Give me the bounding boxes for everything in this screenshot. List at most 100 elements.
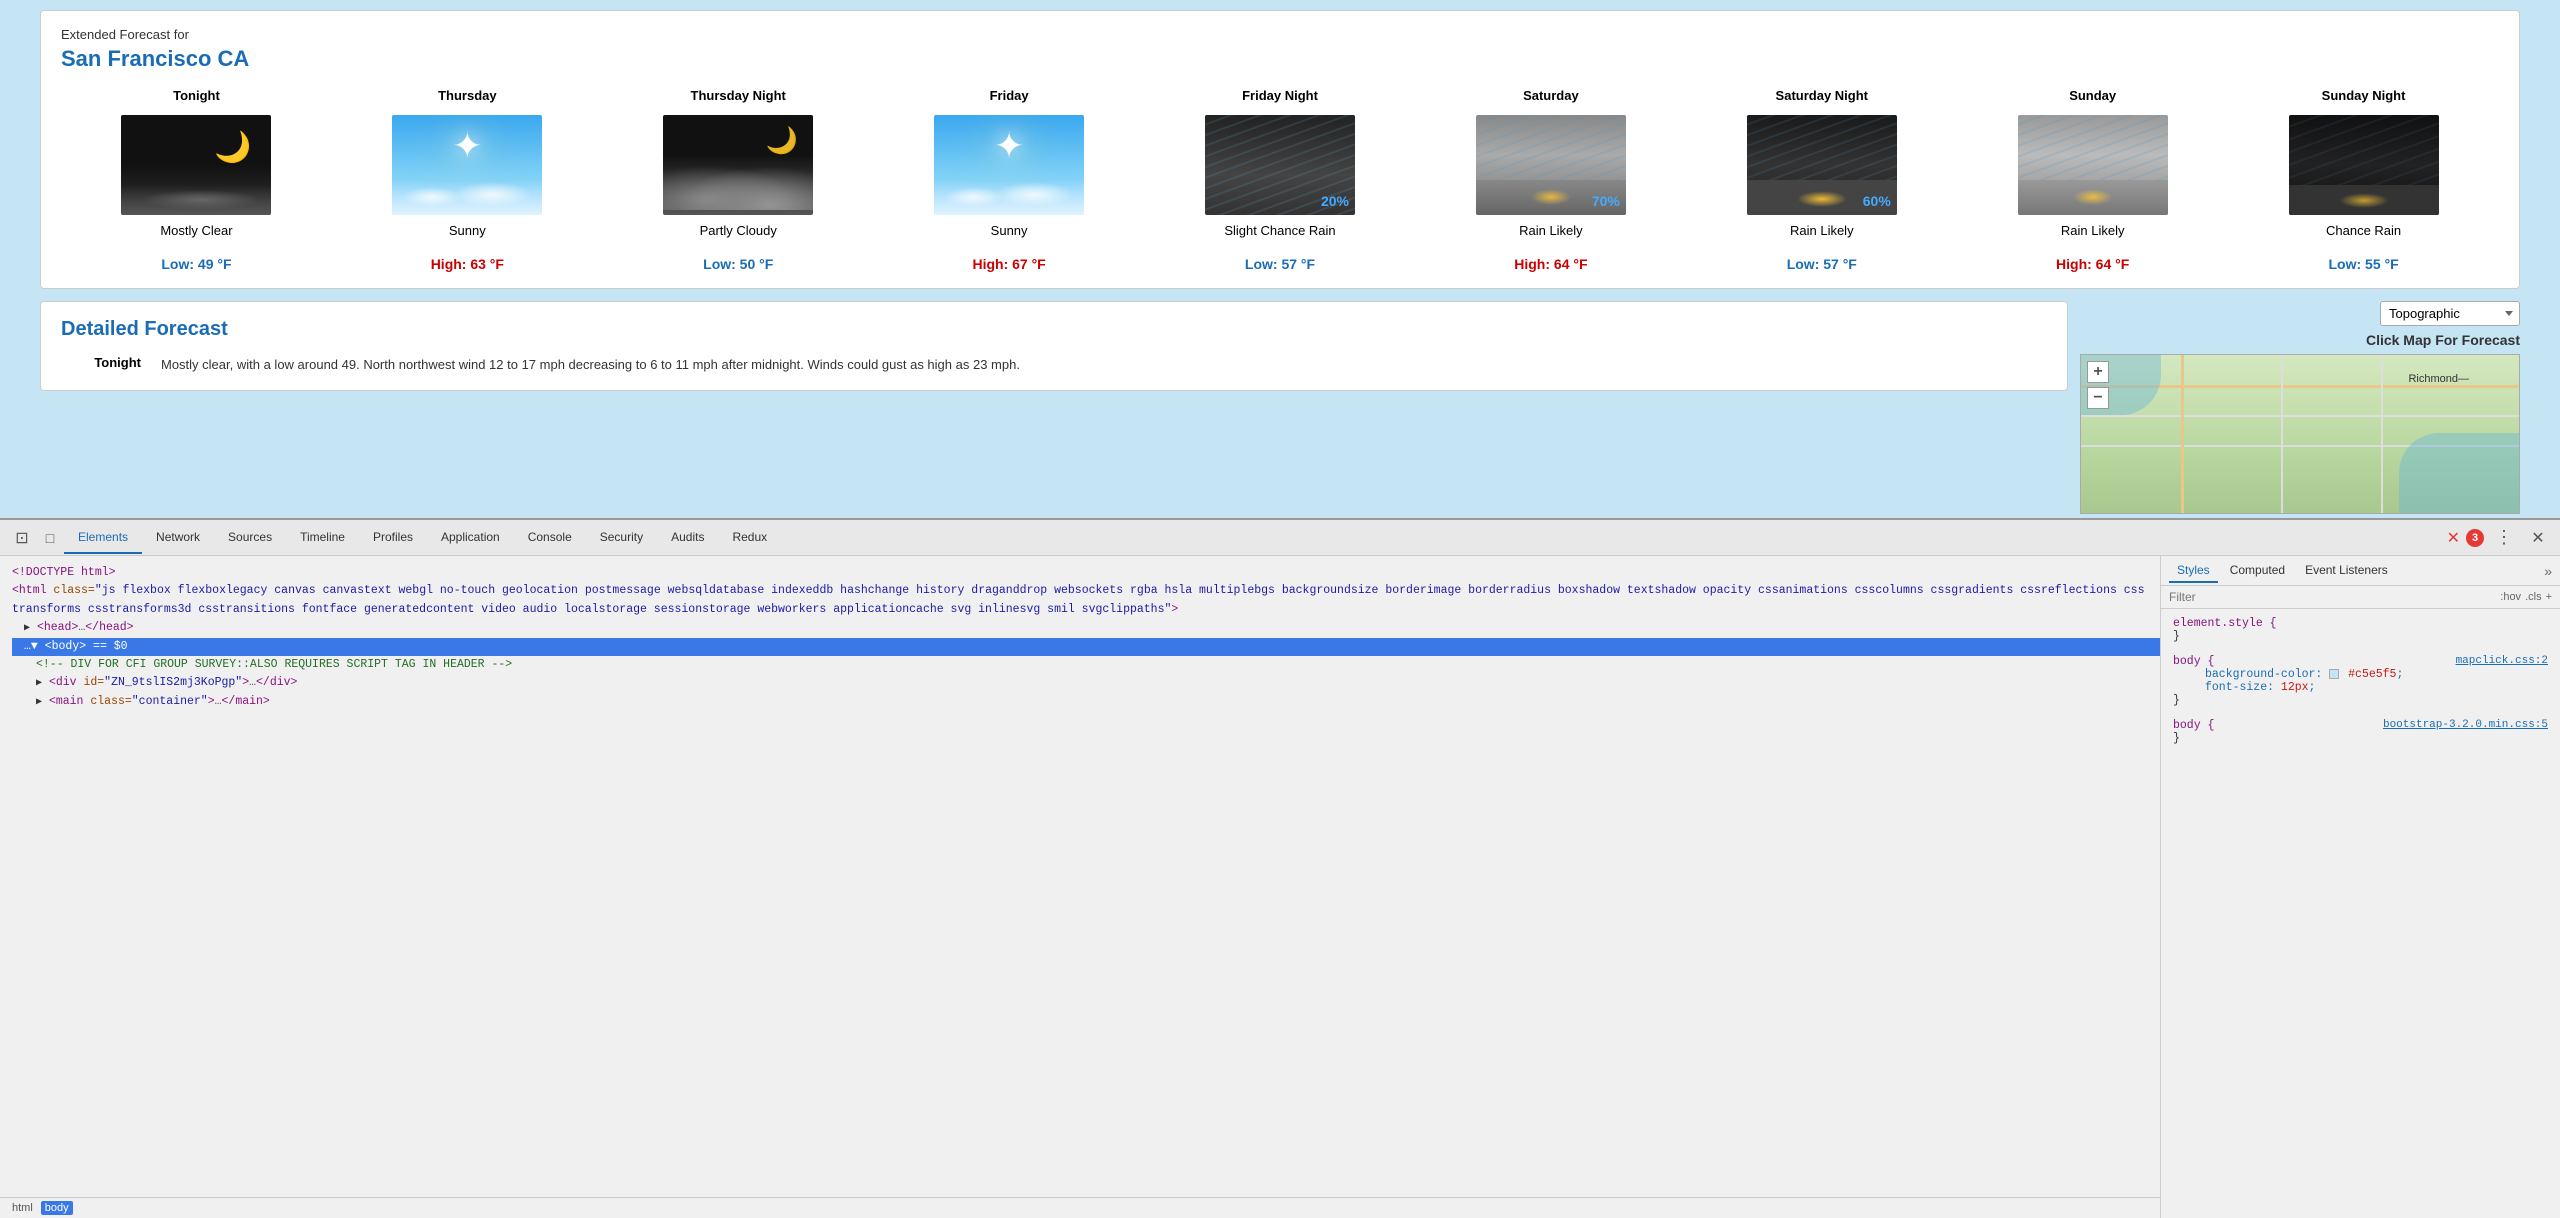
location-title: San Francisco CA <box>61 46 2499 72</box>
forecast-period-tonight: Tonight <box>61 355 141 370</box>
day-image[interactable]: 70% <box>1476 115 1626 215</box>
day-label: Saturday Night <box>1776 88 1868 105</box>
day-temp: Low: 57 °F <box>1245 256 1315 272</box>
forecast-grid: Tonight 🌙 Mostly Clear Low: 49 °F Thursday… <box>61 88 2499 272</box>
forecast-day-5: Saturday 70% Rain LikelyHigh: 64 °F <box>1415 88 1686 272</box>
tab-application[interactable]: Application <box>427 522 514 554</box>
tab-redux[interactable]: Redux <box>718 522 781 554</box>
breadcrumb-bar: html body <box>0 1197 2160 1218</box>
day-label: Sunday <box>2069 88 2116 105</box>
map-panel: Topographic Standard Satellite Click Map… <box>2080 301 2520 514</box>
html-line-body[interactable]: …▼ <body> == $0 <box>12 638 2148 656</box>
forecast-day-3: Friday ✦ Sunny High: 67 °F <box>874 88 1145 272</box>
day-temp: Low: 57 °F <box>1787 256 1857 272</box>
html-line-head: <head>…</head> <box>12 619 2148 637</box>
add-style-btn[interactable]: + <box>2546 591 2552 603</box>
day-label: Thursday <box>438 88 497 105</box>
day-temp: High: 67 °F <box>972 256 1045 272</box>
tab-console[interactable]: Console <box>514 522 586 554</box>
devtools-body: <!DOCTYPE html> <html class="js flexbox … <box>0 556 2560 1218</box>
day-temp: Low: 49 °F <box>161 256 231 272</box>
extended-forecast-card: Extended Forecast for San Francisco CA T… <box>40 10 2520 289</box>
styles-more-btn[interactable]: » <box>2544 563 2552 579</box>
forecast-day-0: Tonight 🌙 Mostly Clear Low: 49 °F <box>61 88 332 272</box>
devtools-inspect-icon[interactable]: □ <box>36 524 64 552</box>
tab-audits[interactable]: Audits <box>657 522 718 554</box>
forecast-day-7: Sunday Rain Likely High: 64 °F <box>1957 88 2228 272</box>
devtools-cursor-icon[interactable]: ⊡ <box>8 524 36 552</box>
html-line-html: <html class="js flexbox flexboxlegacy ca… <box>12 582 2148 619</box>
zoom-plus-btn[interactable]: + <box>2087 361 2109 383</box>
day-image[interactable] <box>2018 115 2168 215</box>
day-label: Friday Night <box>1242 88 1318 105</box>
day-temp: Low: 55 °F <box>2328 256 2398 272</box>
map-type-select[interactable]: Topographic Standard Satellite <box>2380 301 2520 326</box>
hov-btn[interactable]: :hov .cls + <box>2500 591 2552 603</box>
forecast-day-4: Friday Night 20% Slight Chance Rain Low: … <box>1145 88 1416 272</box>
map-dropdown-row: Topographic Standard Satellite <box>2380 301 2520 326</box>
extended-label: Extended Forecast for <box>61 27 2499 42</box>
tab-computed[interactable]: Computed <box>2222 559 2293 583</box>
day-label: Friday <box>990 88 1029 105</box>
styles-panel: Styles Computed Event Listeners » :hov .… <box>2160 556 2560 1218</box>
styles-content: element.style { } body { mapclick.css:2 … <box>2161 609 2560 765</box>
day-label: Thursday Night <box>691 88 786 105</box>
day-condition: Mostly Clear <box>160 223 232 240</box>
filter-input[interactable] <box>2169 590 2494 604</box>
devtools-icons-right: ✕ 3 ⋮ ✕ <box>2447 524 2552 552</box>
day-image[interactable]: 🌙 <box>663 115 813 215</box>
more-icon[interactable]: ⋮ <box>2490 524 2518 552</box>
hov-label[interactable]: :hov <box>2500 591 2521 603</box>
tab-sources[interactable]: Sources <box>214 522 286 554</box>
error-icon: ✕ <box>2447 528 2460 548</box>
zoom-minus-btn[interactable]: − <box>2087 387 2109 409</box>
weather-section: Extended Forecast for San Francisco CA T… <box>0 0 2560 524</box>
color-swatch-bg <box>2329 669 2339 679</box>
day-condition: Rain Likely <box>1519 223 1583 240</box>
day-temp: High: 63 °F <box>431 256 504 272</box>
styles-tabs-bar: Styles Computed Event Listeners » <box>2161 556 2560 586</box>
tab-network[interactable]: Network <box>142 522 214 554</box>
tab-event-listeners[interactable]: Event Listeners <box>2297 559 2396 583</box>
forecast-day-6: Saturday Night 60% Rain Likely Low: 57 °F <box>1686 88 1957 272</box>
close-devtools-btn[interactable]: ✕ <box>2524 524 2552 552</box>
click-map-label: Click Map For Forecast <box>2366 332 2520 348</box>
day-temp: High: 64 °F <box>1514 256 1587 272</box>
day-condition: Slight Chance Rain <box>1224 223 1335 240</box>
day-label: Tonight <box>173 88 220 105</box>
css-rule-element: element.style { } <box>2173 617 2548 643</box>
breadcrumb-html[interactable]: html <box>12 1202 33 1214</box>
cls-label[interactable]: .cls <box>2525 591 2542 603</box>
tab-styles[interactable]: Styles <box>2169 559 2218 583</box>
map-image[interactable]: + − Richmond— <box>2080 354 2520 514</box>
day-condition: Rain Likely <box>1790 223 1854 240</box>
detailed-title: Detailed Forecast <box>61 318 2047 341</box>
bottom-section: Detailed Forecast Tonight Mostly clear, … <box>40 301 2520 514</box>
tab-profiles[interactable]: Profiles <box>359 522 427 554</box>
day-condition: Sunny <box>449 223 486 240</box>
day-image[interactable] <box>2289 115 2439 215</box>
day-image[interactable]: 60% <box>1747 115 1897 215</box>
forecast-day-8: Sunday Night Chance RainLow: 55 °F <box>2228 88 2499 272</box>
styles-filter-bar: :hov .cls + <box>2161 586 2560 609</box>
day-image[interactable]: 20% <box>1205 115 1355 215</box>
day-image[interactable]: ✦ <box>934 115 1084 215</box>
day-condition: Chance Rain <box>2326 223 2401 240</box>
richmond-label: Richmond— <box>2408 373 2469 385</box>
tab-security[interactable]: Security <box>586 522 657 554</box>
day-temp: Low: 50 °F <box>703 256 773 272</box>
devtools-panel: ⊡ □ Elements Network Sources Timeline Pr… <box>0 518 2560 1218</box>
day-condition: Partly Cloudy <box>700 223 777 240</box>
breadcrumb-body[interactable]: body <box>41 1201 73 1215</box>
error-badge: 3 <box>2466 529 2484 547</box>
day-condition: Rain Likely <box>2061 223 2125 240</box>
detailed-forecast-panel: Detailed Forecast Tonight Mostly clear, … <box>40 301 2068 392</box>
css-rule-body-2: body { bootstrap-3.2.0.min.css:5 } <box>2173 719 2548 745</box>
tab-timeline[interactable]: Timeline <box>286 522 359 554</box>
tab-elements[interactable]: Elements <box>64 522 142 554</box>
day-image[interactable]: ✦ <box>392 115 542 215</box>
day-condition: Sunny <box>991 223 1028 240</box>
day-image[interactable]: 🌙 <box>121 115 271 215</box>
html-line-comment: <!-- DIV FOR CFI GROUP SURVEY::ALSO REQU… <box>12 656 2148 674</box>
day-temp: High: 64 °F <box>2056 256 2129 272</box>
